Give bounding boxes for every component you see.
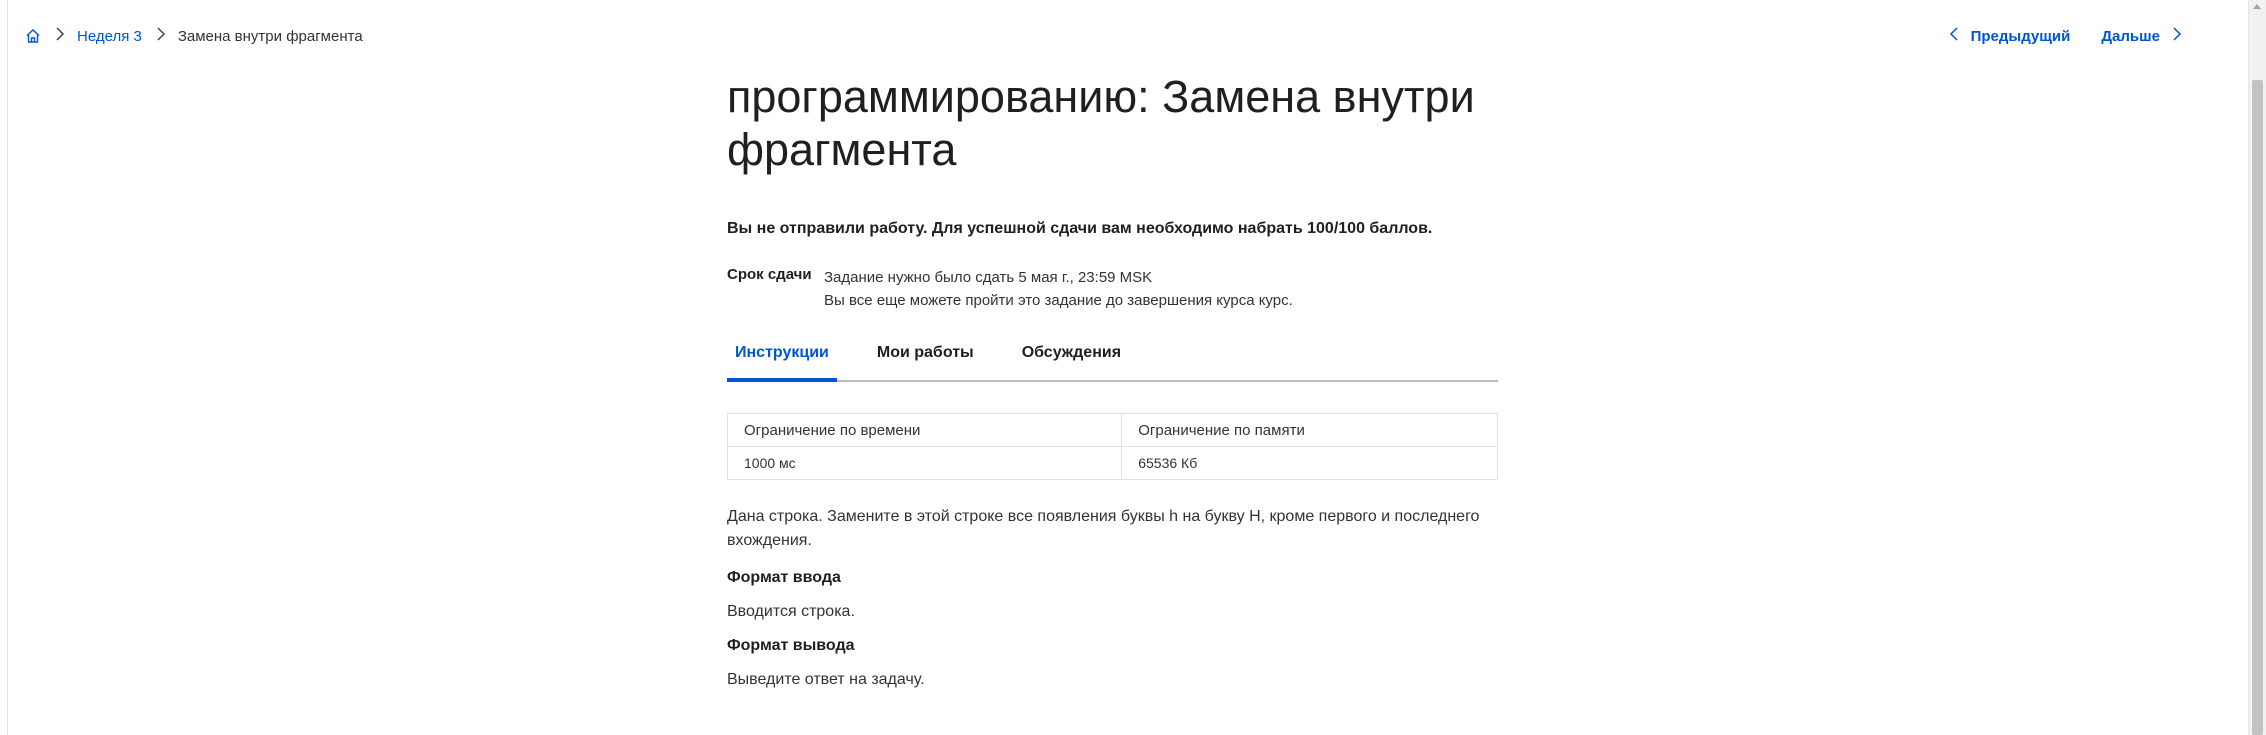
left-divider: [7, 0, 8, 735]
memory-limit-value: 65536 Кб: [1121, 446, 1498, 480]
chevron-right-icon: [2160, 27, 2182, 45]
deadline-block: Срок сдачи Задание нужно было сдать 5 ма…: [727, 266, 1498, 312]
deadline-details: Задание нужно было сдать 5 мая г., 23:59…: [824, 266, 1293, 312]
chevron-right-icon: [156, 27, 166, 45]
previous-button[interactable]: Предыдущий: [1949, 27, 2071, 45]
tab-discussions[interactable]: Обсуждения: [1014, 335, 1129, 380]
deadline-text: Задание нужно было сдать 5 мая г., 23:59…: [824, 269, 1153, 286]
table-header-row: Ограничение по времени Ограничение по па…: [726, 413, 1498, 447]
time-limit-header: Ограничение по времени: [726, 413, 1123, 447]
input-format-heading: Формат ввода: [727, 569, 841, 586]
limits-table: Ограничение по времени Ограничение по па…: [726, 413, 1498, 480]
next-label: Дальше: [2101, 27, 2160, 45]
page-scrollbar[interactable]: [2248, 0, 2266, 735]
submission-status: Вы не отправили работу. Для успешной сда…: [727, 220, 1433, 237]
home-icon[interactable]: [25, 28, 41, 44]
chevron-right-icon: [55, 27, 65, 45]
next-button[interactable]: Дальше: [2101, 27, 2182, 45]
output-format-text: Выведите ответ на задачу.: [727, 671, 925, 688]
item-pager: Предыдущий Дальше: [1949, 25, 2182, 47]
output-format-heading: Формат вывода: [727, 637, 855, 654]
breadcrumb-week-link[interactable]: Неделя 3: [77, 28, 142, 45]
tab-my-submissions[interactable]: Мои работы: [869, 335, 982, 380]
previous-label: Предыдущий: [1970, 27, 2071, 45]
page: Неделя 3 Замена внутри фрагмента Предыду…: [0, 0, 2266, 735]
scrollbar-thumb[interactable]: [2252, 80, 2263, 735]
breadcrumb: Неделя 3 Замена внутри фрагмента: [25, 25, 363, 47]
time-limit-value: 1000 мс: [726, 446, 1123, 480]
deadline-note: Вы все еще можете пройти это задание до …: [824, 292, 1293, 309]
tab-instructions[interactable]: Инструкции: [727, 335, 837, 382]
chevron-left-icon: [1949, 27, 1971, 45]
deadline-label: Срок сдачи: [727, 266, 812, 283]
scroll-up-icon[interactable]: [2253, 4, 2261, 9]
input-format-text: Вводится строка.: [727, 603, 855, 620]
table-row: 1000 мс 65536 Кб: [726, 446, 1498, 480]
breadcrumb-current: Замена внутри фрагмента: [177, 27, 363, 45]
page-title: программированию: Замена внутри фрагмент…: [727, 71, 1475, 175]
assignment-tabs: Инструкции Мои работы Обсуждения: [727, 335, 1498, 382]
memory-limit-header: Ограничение по памяти: [1121, 413, 1498, 447]
assignment-content: программированию: Замена внутри фрагмент…: [726, 70, 1498, 689]
problem-description: Дана строка. Замените в этой строке все …: [727, 508, 1480, 549]
